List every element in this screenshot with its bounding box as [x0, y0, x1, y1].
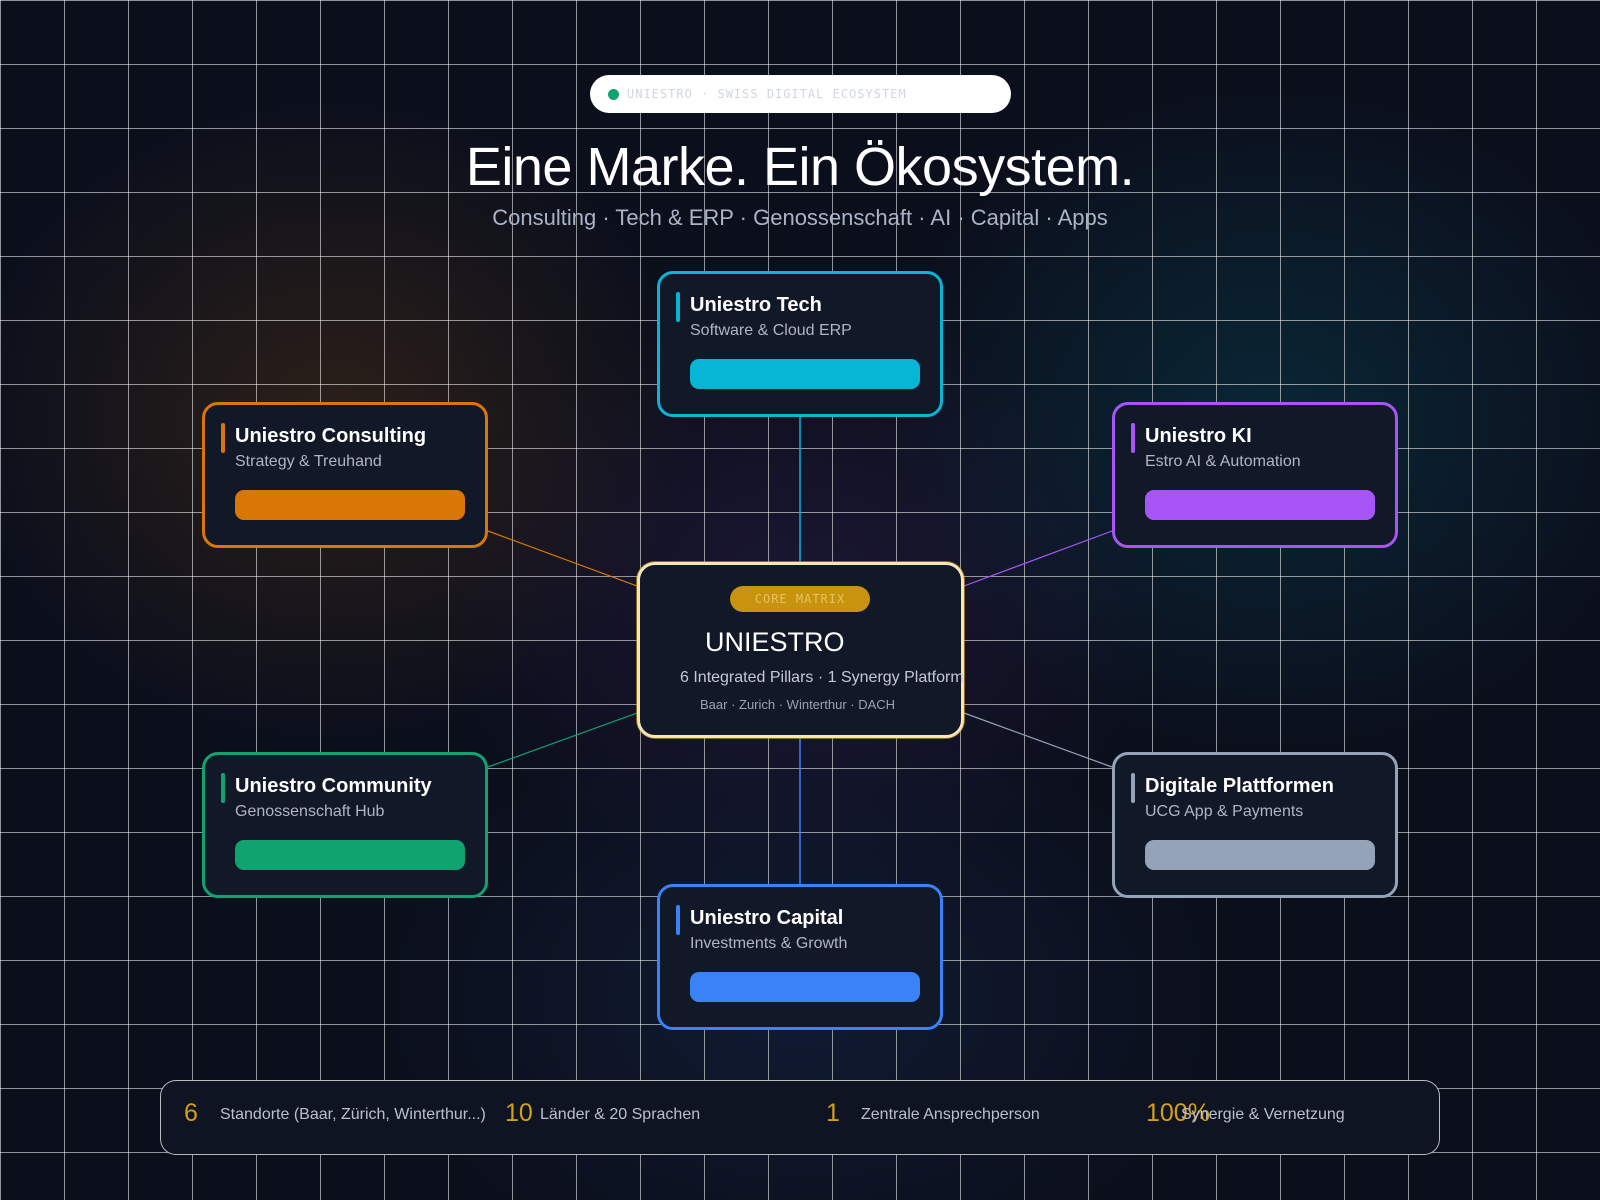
- card-bar: [1145, 840, 1375, 870]
- stat-number: 10: [505, 1099, 533, 1127]
- core-card[interactable]: CORE MATRIX UNIESTRO 6 Integrated Pillar…: [637, 562, 964, 738]
- card-bar: [235, 490, 465, 520]
- core-locations: Baar · Zurich · Winterthur · DACH: [700, 697, 896, 712]
- card-title: Uniestro Consulting: [235, 425, 427, 447]
- card-subtitle: Genossenschaft Hub: [235, 803, 385, 820]
- card-title: Uniestro Tech: [690, 294, 822, 316]
- card-accent: [221, 423, 225, 453]
- link-consulting: [487, 530, 638, 587]
- pillar-card-consulting[interactable]: Uniestro Consulting Strategy & Treuhand: [202, 402, 488, 548]
- card-accent: [1131, 423, 1135, 453]
- card-accent: [676, 905, 680, 935]
- stats-bar: 6 Standorte (Baar, Zürich, Winterthur...…: [160, 1080, 1440, 1155]
- card-bar: [690, 972, 920, 1002]
- card-title: Uniestro KI: [1145, 425, 1252, 447]
- pillar-card-tech[interactable]: Uniestro Tech Software & Cloud ERP: [657, 271, 943, 417]
- link-ki: [963, 530, 1113, 587]
- card-subtitle: Strategy & Treuhand: [235, 453, 382, 470]
- card-title: Uniestro Community: [235, 775, 432, 797]
- pillar-card-ki[interactable]: Uniestro KI Estro AI & Automation: [1112, 402, 1398, 548]
- card-bar: [690, 359, 920, 389]
- link-community: [487, 712, 638, 768]
- card-subtitle: Investments & Growth: [690, 935, 848, 952]
- stat-label: Synergie & Vernetzung: [1181, 1106, 1345, 1123]
- pillar-card-community[interactable]: Uniestro Community Genossenschaft Hub: [202, 752, 488, 898]
- stat-number: 6: [184, 1099, 198, 1127]
- pillar-card-capital[interactable]: Uniestro Capital Investments & Growth: [657, 884, 943, 1030]
- link-platforms: [963, 712, 1113, 768]
- card-bar: [1145, 490, 1375, 520]
- card-accent: [1131, 773, 1135, 803]
- card-title: Digitale Plattformen: [1145, 775, 1334, 797]
- stat-number: 1: [826, 1099, 840, 1127]
- pillar-card-platforms[interactable]: Digitale Plattformen UCG App & Payments: [1112, 752, 1398, 898]
- stat-label: Standorte (Baar, Zürich, Winterthur...): [220, 1106, 486, 1123]
- core-badge: CORE MATRIX: [730, 586, 870, 612]
- card-accent: [676, 292, 680, 322]
- stat-label: Länder & 20 Sprachen: [540, 1106, 701, 1123]
- card-subtitle: UCG App & Payments: [1145, 803, 1304, 820]
- core-title: UNIESTRO: [705, 627, 845, 657]
- card-subtitle: Software & Cloud ERP: [690, 322, 852, 339]
- stat-label: Zentrale Ansprechperson: [861, 1106, 1040, 1123]
- core-subtitle: 6 Integrated Pillars · 1 Synergy Platfor…: [680, 669, 964, 686]
- card-bar: [235, 840, 465, 870]
- card-accent: [221, 773, 225, 803]
- diagram: UNIESTRO · SWISS DIGITAL ECOSYSTEM Eine …: [0, 0, 1600, 1200]
- card-title: Uniestro Capital: [690, 907, 844, 929]
- card-subtitle: Estro AI & Automation: [1145, 453, 1301, 470]
